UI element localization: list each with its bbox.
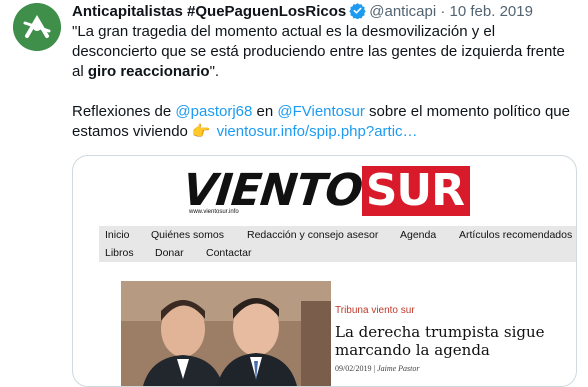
nav-item-agenda: Agenda (400, 229, 437, 241)
nav-item-redaccion: Redacción y consejo asesor (247, 229, 379, 241)
article-photo (121, 281, 331, 386)
nav-item-quienes-somos: Quiénes somos (151, 229, 224, 241)
tweet-paragraph-2: Reflexiones de @pastorj68 en @FVientosur… (72, 102, 572, 142)
anticapitalistas-logo-icon (13, 3, 61, 51)
separator: · (440, 3, 446, 20)
nav-row-2: Libros Donar Contactar (99, 244, 576, 262)
text-en: en (252, 103, 278, 120)
article-author: Jaime Pastor (377, 364, 420, 373)
avatar[interactable] (13, 3, 61, 51)
handle[interactable]: @anticapi (369, 3, 436, 20)
site-nav: Inicio Quiénes somos Redacción y consejo… (99, 226, 576, 262)
text-reflexiones: Reflexiones de (72, 103, 176, 120)
mention-fvientosur[interactable]: @FVientosur (277, 103, 365, 120)
tweet-date[interactable]: 10 feb. 2019 (450, 3, 533, 20)
tweet-body: "La gran tragedia del momento actual es … (72, 22, 572, 142)
tweet-paragraph-1: "La gran tragedia del momento actual es … (72, 22, 572, 82)
quote-end: ". (209, 63, 220, 80)
nav-item-libros: Libros (105, 247, 134, 259)
quote-bold: giro reaccionario (87, 63, 210, 80)
article-summary: Tribuna viento sur La derecha trumpista … (335, 305, 575, 373)
link-preview-card[interactable]: VIENTOSUR www.vientosur.info Inicio Quié… (72, 155, 577, 387)
article-link[interactable]: vientosur.info/spip.php?artic… (217, 123, 418, 140)
nav-item-contactar: Contactar (206, 247, 252, 259)
pointing-hand-icon: 👉 (191, 123, 211, 140)
nav-item-donar: Donar (155, 247, 184, 259)
article-date: 09/02/2019 (335, 364, 372, 373)
article-section: Tribuna viento sur (335, 305, 415, 316)
article-headline: La derecha trumpista sigue marcando la a… (335, 323, 545, 359)
display-name[interactable]: Anticapitalistas #QuePaguenLosRicos (72, 3, 346, 20)
nav-row-1: Inicio Quiénes somos Redacción y consejo… (99, 226, 576, 244)
article-byline: 09/02/2019 | Jaime Pastor (335, 364, 575, 373)
logo-url: www.vientosur.info (189, 209, 239, 215)
mention-pastorj68[interactable]: @pastorj68 (175, 103, 252, 120)
nav-item-inicio: Inicio (105, 229, 130, 241)
nav-item-articulos-recomendados: Artículos recomendados (459, 229, 573, 241)
tweet-header: Anticapitalistas #QuePaguenLosRicos @anti… (72, 2, 533, 22)
logo-sur-text: SUR (361, 166, 471, 216)
